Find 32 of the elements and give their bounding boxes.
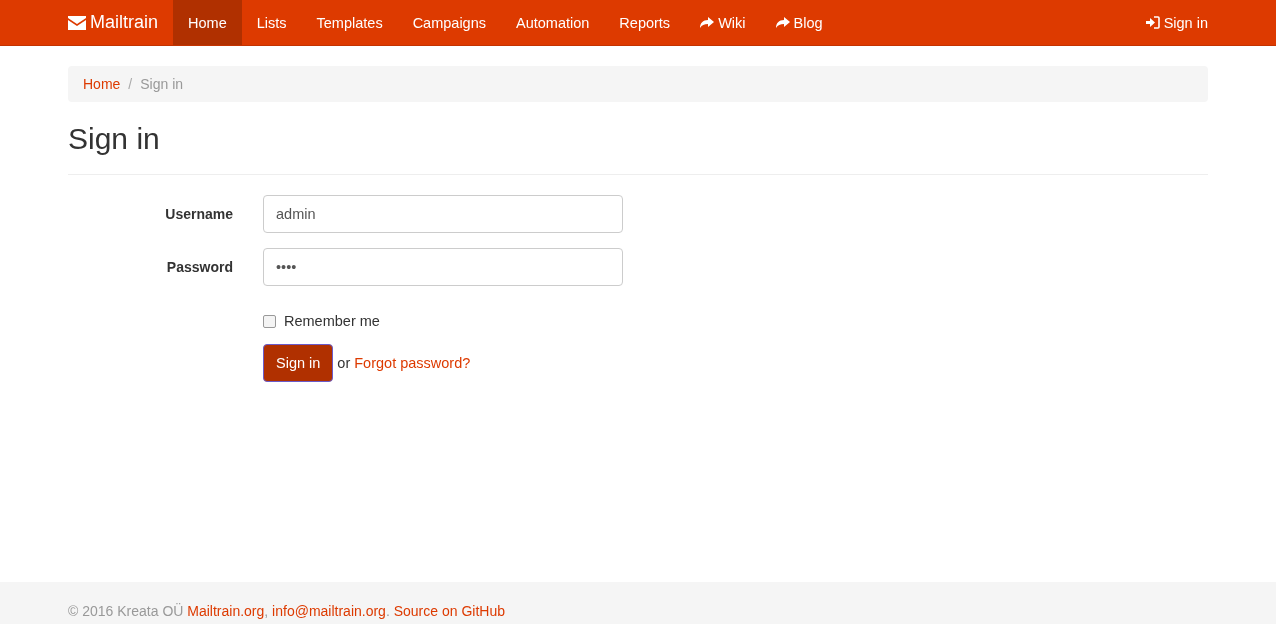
field-label: Password bbox=[165, 259, 234, 275]
sign-in-button[interactable]: Sign in bbox=[263, 344, 334, 382]
nav-item[interactable]: Reports bbox=[604, 0, 686, 45]
nav-item[interactable]: Home bbox=[173, 0, 242, 45]
sign-in-link[interactable]: Sign in bbox=[1130, 0, 1208, 45]
nav-item[interactable]: Automation bbox=[501, 0, 605, 45]
footer-link[interactable]: info@mailtrain.org bbox=[272, 603, 386, 619]
envelope-icon bbox=[68, 15, 86, 30]
checkbox[interactable] bbox=[263, 314, 276, 328]
nav-item[interactable]: Campaigns bbox=[397, 0, 501, 45]
forgot-password-link[interactable]: Forgot password? bbox=[354, 355, 471, 371]
input-field[interactable]: admin bbox=[263, 195, 623, 233]
brand-link[interactable]: Mailtrain bbox=[68, 0, 174, 45]
input-field[interactable]: •••• bbox=[263, 248, 623, 286]
share-arrow-icon bbox=[700, 16, 715, 29]
field-label: Username bbox=[164, 206, 234, 222]
or-text: or bbox=[337, 355, 351, 371]
nav-item[interactable]: Blog bbox=[760, 0, 838, 45]
breadcrumb-separator: / bbox=[128, 76, 133, 92]
checkbox-label: Remember me bbox=[284, 313, 380, 329]
footer-punctuation: , bbox=[264, 603, 269, 619]
breadcrumb-link[interactable]: Home bbox=[83, 76, 121, 92]
nav-item[interactable]: Wiki bbox=[685, 0, 761, 45]
footer-link[interactable]: Source on GitHub bbox=[393, 603, 505, 619]
share-arrow-icon bbox=[775, 16, 790, 29]
nav-item[interactable]: Templates bbox=[301, 0, 398, 45]
sign-in-icon bbox=[1145, 16, 1160, 29]
copyright-text: © 2016 Kreata OÜ bbox=[68, 603, 184, 619]
breadcrumb-current: Sign in bbox=[140, 76, 184, 92]
footer-punctuation: . bbox=[385, 603, 390, 619]
page-title: Sign in bbox=[68, 122, 1208, 175]
nav-item[interactable]: Lists bbox=[241, 0, 302, 45]
